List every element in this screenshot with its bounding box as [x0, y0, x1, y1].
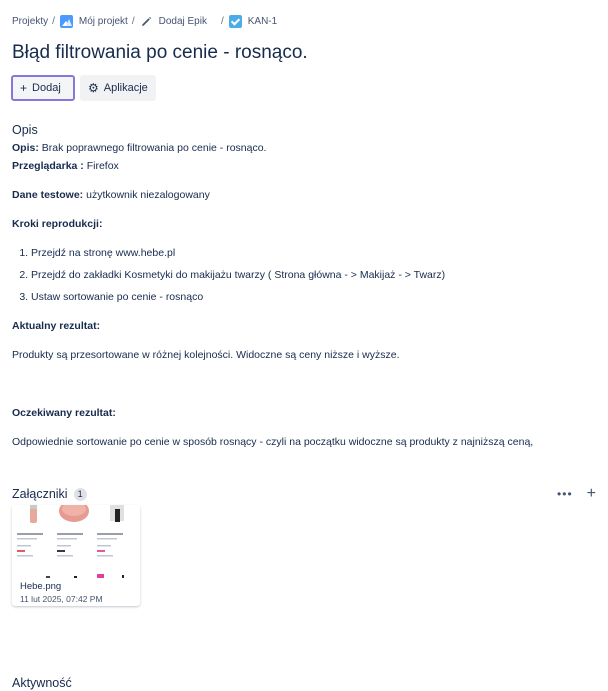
- testdata-value: użytkownik niezalogowany: [83, 189, 210, 201]
- breadcrumb-label[interactable]: Mój projekt: [79, 16, 128, 27]
- description-opis: Opis: Brak poprawnego filtrowania po cen…: [12, 141, 596, 155]
- description[interactable]: Opis Opis: Brak poprawnego filtrowania p…: [12, 123, 596, 449]
- attachment-card[interactable]: Hebe.png 11 lut 2025, 07:42 PM: [12, 505, 140, 606]
- plus-icon[interactable]: +: [587, 485, 596, 503]
- description-testdata: Dane testowe: użytkownik niezalogowany: [12, 188, 596, 202]
- actual-label-text: Aktualny rezultat:: [12, 320, 101, 332]
- more-icon[interactable]: •••: [557, 487, 573, 501]
- attachments-count-badge: 1: [73, 487, 87, 501]
- breadcrumb-projects[interactable]: Projekty: [12, 16, 48, 27]
- step-item: Ustaw sortowanie po cenie - rosnąco: [31, 290, 596, 304]
- breadcrumb: Projekty / Mój projekt / Dodaj Epik / KA…: [12, 13, 277, 29]
- description-heading: Opis: [12, 123, 38, 137]
- apps-button[interactable]: ⚙ Aplikacje: [80, 75, 156, 101]
- step-item: Przejdź na stronę www.hebe.pl: [31, 246, 596, 260]
- breadcrumb-issue-key[interactable]: KAN-1: [228, 14, 277, 28]
- attachments-actions: ••• +: [557, 485, 596, 503]
- plus-icon: +: [20, 81, 28, 95]
- attachment-date: 11 lut 2025, 07:42 PM: [20, 594, 103, 604]
- steps-label: Kroki reprodukcji:: [12, 217, 596, 231]
- browser-value: Firefox: [83, 160, 119, 172]
- expected-label: Oczekiwany rezultat:: [12, 406, 596, 420]
- testdata-label: Dane testowe:: [12, 189, 84, 201]
- step-item: Przejdź do zakładki Kosmetyki do makijaż…: [31, 268, 596, 282]
- opis-value: Brak poprawnego filtrowania po cenie - r…: [38, 142, 267, 154]
- steps-label-text: Kroki reprodukcji:: [12, 218, 103, 230]
- breadcrumb-separator: /: [131, 15, 135, 27]
- breadcrumb-project[interactable]: Mój projekt: [59, 14, 128, 28]
- breadcrumb-separator: /: [52, 15, 55, 27]
- add-button[interactable]: + Dodaj: [11, 75, 75, 101]
- breadcrumb-label[interactable]: Projekty: [12, 16, 48, 27]
- attachments-header: Załączniki 1 ••• +: [12, 485, 596, 503]
- attachment-meta: Hebe.png 11 lut 2025, 07:42 PM: [20, 581, 103, 604]
- pencil-icon: [141, 16, 151, 26]
- steps-list: Przejdź na stronę www.hebe.pl Przejdź do…: [12, 246, 596, 304]
- browser-label: Przeglądarka :: [12, 160, 84, 172]
- activity-heading: Aktywność: [12, 676, 72, 690]
- apps-button-label: Aplikacje: [103, 82, 148, 94]
- task-checkbox-icon: [228, 14, 242, 28]
- expected-value: Odpowiednie sortowanie po cenie w sposób…: [12, 436, 534, 448]
- actual-label: Aktualny rezultat:: [12, 319, 596, 333]
- thumbnail-image: [12, 505, 140, 578]
- description-browser: Przeglądarka : Firefox: [12, 159, 596, 173]
- attachment-file-name[interactable]: Hebe.png: [20, 581, 103, 592]
- actual-value: Produkty są przesortowane w różnej kolej…: [12, 349, 400, 361]
- breadcrumb-label[interactable]: KAN-1: [248, 16, 277, 27]
- breadcrumb-separator: /: [220, 15, 224, 27]
- breadcrumb-add-epic[interactable]: Dodaj Epik: [140, 15, 207, 28]
- opis-label: Opis:: [12, 142, 39, 154]
- breadcrumb-label[interactable]: Dodaj Epik: [159, 16, 207, 27]
- expected-label-text: Oczekiwany rezultat:: [12, 407, 116, 419]
- add-button-label: Dodaj: [32, 82, 61, 94]
- attachment-thumbnail[interactable]: [12, 505, 140, 578]
- project-icon: [59, 14, 73, 28]
- gear-icon: ⚙: [88, 81, 99, 95]
- issue-title[interactable]: Błąd filtrowania po cenie - rosnąco.: [12, 42, 308, 64]
- attachments-heading: Załączniki: [12, 487, 68, 501]
